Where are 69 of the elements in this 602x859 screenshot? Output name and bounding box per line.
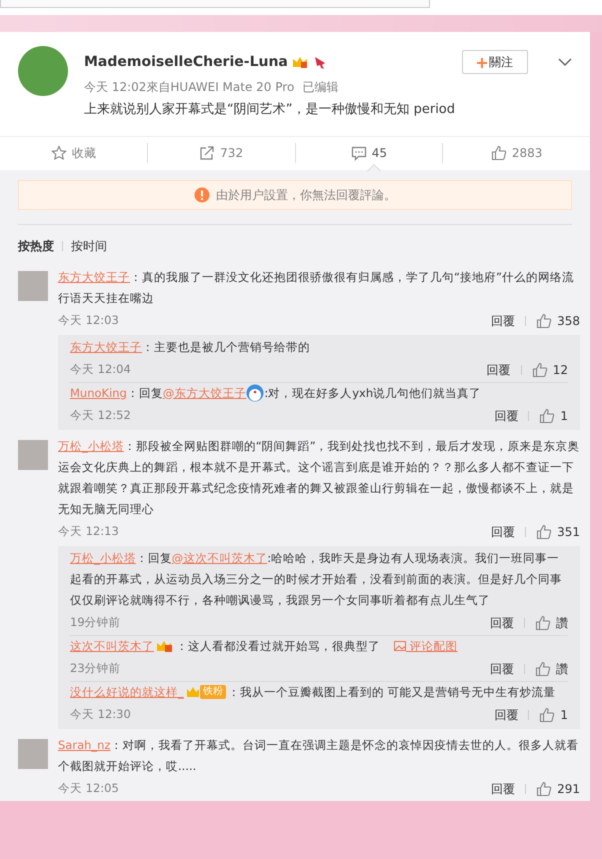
reply-button[interactable]: 回覆 xyxy=(490,660,514,678)
plus-icon xyxy=(477,58,487,68)
comment-time: 23分钟前 xyxy=(70,660,121,677)
thumbs-up-icon xyxy=(535,660,551,676)
reply-button[interactable]: 回覆 xyxy=(490,614,514,632)
share-action-button[interactable]: 732 xyxy=(148,143,296,163)
comment-text: 没什么好说的就这样_ 铁粉 ：我从一个豆瓣截图上看到的 可能又是营销号无中生有炒流量 xyxy=(70,684,556,702)
comment-time: 19分钟前 xyxy=(70,614,121,631)
crown-badge-icon xyxy=(186,685,200,700)
like-button[interactable]: 1 xyxy=(539,706,568,724)
like-button[interactable]: 讚 xyxy=(535,660,568,678)
thumbs-up-icon xyxy=(490,145,507,161)
reply-button[interactable]: 回覆 xyxy=(486,360,511,378)
comment-time: 今天 12:05 xyxy=(58,780,119,797)
comment-time: 今天 12:30 xyxy=(70,706,131,723)
comment-text: 东方大饺王子：主要也是被几个营销号给带的 xyxy=(70,338,311,356)
comment-time: 今天 12:13 xyxy=(58,522,119,540)
like-button[interactable]: 351 xyxy=(536,522,580,540)
comment-text: 万松_小松塔：回复@这次不叫茨木了:哈哈哈，我昨天是身边有人现场表演。我们一班同事一起看的开幕式，从运动员入场三分之一的时候才开始看，没看到前面的表演。但是好几个同事仅仅刷评论就嗨得不行，各种嘲讽谩骂，我跟另一个女同事听着都有点儿生气了 xyxy=(70,550,563,608)
notice-text: 由於用户設置，你無法回覆評論。 xyxy=(216,186,396,204)
like-button[interactable]: 358 xyxy=(536,312,580,330)
reply-button[interactable]: 回覆 xyxy=(491,780,516,798)
comment-text: MunoKing：回复@东方大饺王子 :对，现在好多人yxh说几句他们就当真了 xyxy=(70,382,568,404)
follow-button[interactable]: 關注 xyxy=(462,50,528,74)
comment-action-button[interactable]: 45 xyxy=(296,143,444,163)
avatar-photo-placeholder xyxy=(18,270,48,300)
star-icon xyxy=(50,145,67,161)
comment-time: 今天 12:04 xyxy=(70,360,131,378)
comment-text: 这次不叫茨木了 ：这人看都没看过就开始骂，很典型了 评论配图 xyxy=(70,638,459,656)
like-button[interactable]: 1 xyxy=(539,406,568,424)
chevron-down-icon[interactable] xyxy=(558,57,572,67)
sort-tab[interactable]: 按热度 xyxy=(18,236,54,254)
like-action-button[interactable]: 2883 xyxy=(443,143,590,163)
thumbs-up-icon xyxy=(536,312,552,328)
comment-text: 万松_小松塔：那段被全网贴图群嘲的“阴间舞蹈”，我到处找也找不到，最后才发现，原来是东京奥运会文化庆典上的舞蹈，根本就不是开幕式。这个谣言到底是谁开始的？？那么多人都不查证一下就跟着嘲笑？真正那段开幕式纪念疫情死难者的舞又被跟釜山行剪辑在一起，傲慢都谈不上，就是无知无脑无同理心 xyxy=(58,438,580,518)
share-icon xyxy=(199,145,216,161)
warning-icon xyxy=(194,186,210,202)
thumbs-up-icon xyxy=(539,408,556,424)
reply-button[interactable]: 回覆 xyxy=(494,406,518,424)
like-button[interactable]: 12 xyxy=(532,360,568,378)
thumbs-up-icon xyxy=(539,706,556,722)
crown-badge-icon xyxy=(156,639,174,654)
reply-button[interactable]: 回覆 xyxy=(494,706,518,724)
reply-button[interactable]: 回覆 xyxy=(491,312,516,330)
reply-button[interactable]: 回覆 xyxy=(491,522,516,540)
image-icon xyxy=(394,641,406,652)
author-name[interactable]: MademoiselleCherie-Luna xyxy=(84,52,288,72)
comment-time: 今天 12:52 xyxy=(70,406,131,424)
star-action-button[interactable]: 收藏 xyxy=(0,143,148,163)
thumbs-up-icon xyxy=(536,524,552,540)
like-button[interactable]: 讚 xyxy=(535,614,568,632)
edited-label: 已编辑 xyxy=(302,79,338,96)
avatar-photo-placeholder xyxy=(18,440,48,470)
comment-icon xyxy=(350,145,367,161)
comment-text: 东方大饺王子：真的我服了一群没文化还抱团很骄傲很有归属感，学了几句“接地府”什么的网络流行语天天挂在嘴边 xyxy=(58,268,575,306)
fan-badge: 铁粉 xyxy=(200,685,226,700)
sort-tab[interactable]: 按时间 xyxy=(71,236,107,254)
like-button[interactable]: 291 xyxy=(536,780,580,798)
comment-text: Sarah_nz：对啊，我看了开幕式。台词一直在强调主题是怀念的哀悼因疫情去世的人。很多人就看个截图就开始评论，哎..... xyxy=(58,736,580,774)
thumbs-up-icon xyxy=(532,362,548,378)
avatar-photo-placeholder xyxy=(18,738,48,768)
avatar-photo-placeholder xyxy=(18,46,68,96)
thumbs-up-icon xyxy=(535,614,551,630)
post-text: 上来就说别人家开幕式是“阴间艺术”，是一种傲慢和无知 period xyxy=(84,101,456,119)
thumbs-up-icon xyxy=(536,780,552,796)
crown-icon xyxy=(292,55,308,69)
address-field[interactable] xyxy=(0,0,430,8)
post-meta: 今天 12:02來自HUAWEI Mate 20 Pro xyxy=(84,79,294,96)
comment-time: 今天 12:03 xyxy=(58,312,119,329)
